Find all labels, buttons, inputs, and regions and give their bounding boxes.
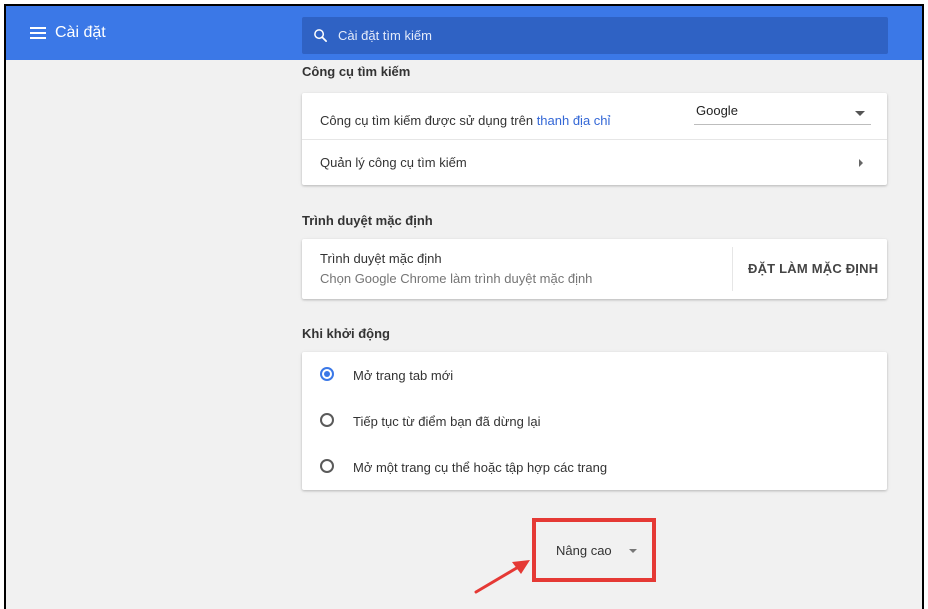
startup-option-label: Mở trang tab mới <box>353 368 454 383</box>
section-title-default-browser: Trình duyệt mặc định <box>302 213 433 228</box>
startup-option[interactable]: Tiếp tục từ điểm bạn đã dừng lại <box>302 398 887 444</box>
chevron-right-icon <box>859 159 863 167</box>
search-box[interactable] <box>302 17 888 54</box>
startup-option-label: Tiếp tục từ điểm bạn đã dừng lại <box>353 414 541 429</box>
radio-unchecked-icon[interactable] <box>320 413 334 427</box>
search-engine-select[interactable]: Google <box>694 101 871 125</box>
manage-search-engines-row[interactable]: Quản lý công cụ tìm kiếm <box>302 140 887 185</box>
search-icon <box>314 29 327 42</box>
red-arrow-icon <box>474 560 530 594</box>
settings-window: Cài đặt Công cụ tìm kiếm Công cụ tìm kiế… <box>4 4 924 609</box>
dropdown-arrow-icon <box>855 111 865 116</box>
search-engine-used-label: Công cụ tìm kiếm được sử dụng trên thanh… <box>320 113 610 128</box>
search-input[interactable] <box>338 17 858 54</box>
advanced-button[interactable]: Nâng cao <box>536 522 652 578</box>
radio-unchecked-icon[interactable] <box>320 459 334 473</box>
section-title-startup: Khi khởi động <box>302 326 390 341</box>
address-bar-link[interactable]: thanh địa chỉ <box>537 113 611 128</box>
startup-option-label: Mở một trang cụ thể hoặc tập hợp các tra… <box>353 460 608 475</box>
section-title-search-engine: Công cụ tìm kiếm <box>302 64 411 79</box>
startup-option[interactable]: Mở trang tab mới <box>302 352 887 398</box>
startup-option[interactable]: Mở một trang cụ thể hoặc tập hợp các tra… <box>302 444 887 490</box>
default-browser-sublabel: Chọn Google Chrome làm trình duyệt mặc đ… <box>320 271 593 286</box>
startup-card: Mở trang tab mới Tiếp tục từ điểm bạn đã… <box>302 352 887 490</box>
page-title: Cài đặt <box>55 24 106 41</box>
search-engine-card: Công cụ tìm kiếm được sử dụng trên thanh… <box>302 93 887 185</box>
radio-checked-icon[interactable] <box>320 367 334 381</box>
advanced-label: Nâng cao <box>556 543 612 558</box>
default-browser-card: Trình duyệt mặc định Chọn Google Chrome … <box>302 239 887 299</box>
menu-icon[interactable] <box>30 27 46 39</box>
manage-search-engines-label: Quản lý công cụ tìm kiếm <box>320 155 467 170</box>
search-engine-label-text: Công cụ tìm kiếm được sử dụng trên <box>320 113 537 128</box>
highlight-box: Nâng cao <box>532 518 656 582</box>
header-bar: Cài đặt <box>6 6 922 60</box>
vertical-separator <box>732 247 733 291</box>
search-engine-selected-value: Google <box>696 103 738 118</box>
chevron-down-icon <box>629 549 637 553</box>
make-default-button[interactable]: ĐẶT LÀM MẶC ĐỊNH <box>748 261 878 276</box>
default-browser-label: Trình duyệt mặc định <box>320 251 442 266</box>
